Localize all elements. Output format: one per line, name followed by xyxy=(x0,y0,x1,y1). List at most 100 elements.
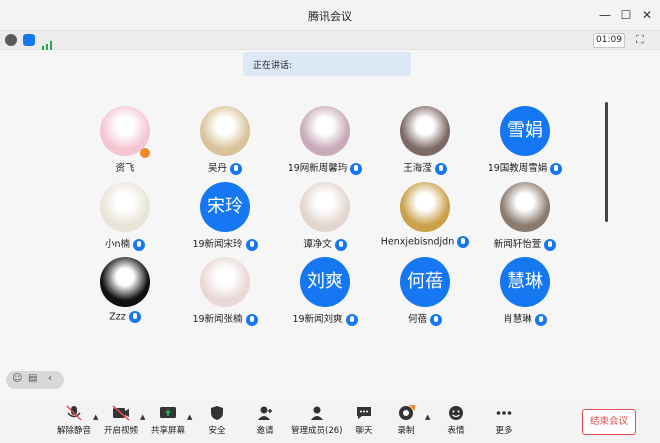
share-screen-icon xyxy=(159,405,177,421)
invite-icon xyxy=(256,405,274,421)
manage-members-button[interactable]: 管理成员(26) xyxy=(291,405,342,436)
host-badge-icon xyxy=(140,148,150,158)
participant-name: 谭净文 xyxy=(303,239,332,250)
participant-tile[interactable]: 何蓓 何蓓 xyxy=(370,257,480,327)
mic-icon xyxy=(133,238,146,251)
participant-name-row: 19新闻刘爽 xyxy=(270,311,380,326)
mic-icon xyxy=(457,236,470,248)
scrollbar[interactable] xyxy=(605,102,608,222)
participant-tile[interactable]: 谭净文 xyxy=(270,182,380,252)
share-screen-label: 共享屏幕 xyxy=(151,426,186,436)
participant-tile[interactable]: 雪娟 19国教周雪娟 xyxy=(470,106,580,176)
record-options-caret[interactable]: ▲ xyxy=(425,413,430,421)
mic-off-icon xyxy=(65,405,83,421)
audio-options-caret[interactable]: ▲ xyxy=(93,413,98,421)
info-icon[interactable] xyxy=(5,34,17,46)
participant-tile[interactable]: Zzz xyxy=(70,257,180,327)
participant-name: Zzz xyxy=(109,311,126,323)
participant-name: 19国教周雪娟 xyxy=(487,163,548,174)
more-icon xyxy=(495,405,513,421)
close-icon[interactable]: ✕ xyxy=(638,6,656,24)
avatar xyxy=(200,106,250,156)
avatar: 刘爽 xyxy=(300,257,350,307)
video-button[interactable]: 开启视频 xyxy=(104,405,138,436)
collapse-icon[interactable]: ‹ xyxy=(48,373,52,384)
emoji-icon[interactable]: ☺ xyxy=(12,373,22,384)
chat-button[interactable]: 聊天 xyxy=(355,405,373,436)
participant-tile[interactable]: 刘爽 19新闻刘爽 xyxy=(270,257,380,327)
unmute-label: 解除静音 xyxy=(57,426,92,436)
participant-name: 小n楠 xyxy=(104,239,131,250)
participant-tile[interactable]: Henxjebisndjdn xyxy=(370,182,480,252)
mic-icon xyxy=(245,313,258,326)
avatar: 宋玲 xyxy=(200,182,250,232)
more-label: 更多 xyxy=(495,426,513,436)
maximize-icon[interactable]: ☐ xyxy=(617,6,635,24)
end-meeting-button[interactable]: 结束会议 xyxy=(582,409,636,435)
participant-tile[interactable]: 吴丹 xyxy=(170,106,280,176)
mic-icon xyxy=(430,313,442,326)
invite-label: 邀请 xyxy=(256,426,274,436)
avatar xyxy=(300,182,350,232)
security-label: 安全 xyxy=(208,426,226,436)
avatar xyxy=(400,106,450,156)
participant-name-row: 19新闻宋玲 xyxy=(170,236,280,251)
participant-tile[interactable]: 19网新周馨玙 xyxy=(270,106,380,176)
participant-name-row: 王海滢 xyxy=(370,160,480,175)
participant-tile[interactable]: 资飞 xyxy=(70,106,180,176)
reactions-label: 表情 xyxy=(447,426,465,436)
participant-tile[interactable]: 慧琳 肖慧琳 xyxy=(470,257,580,327)
participant-tile[interactable]: 小n楠 xyxy=(70,182,180,252)
emoji-icon xyxy=(447,405,465,421)
shield-icon xyxy=(208,405,226,421)
participant-name: 新闻轩怡萱 xyxy=(493,239,542,250)
speaking-label: 正在讲话: xyxy=(253,61,293,71)
avatar xyxy=(100,257,150,307)
more-button[interactable]: 更多 xyxy=(495,405,513,436)
participant-name-row: 新闻轩怡萱 xyxy=(470,236,580,251)
participant-name-row: 何蓓 xyxy=(370,311,480,326)
meeting-info-bar: 01:09 ⛶ xyxy=(0,30,660,50)
mic-icon xyxy=(350,162,363,175)
caption-icon[interactable]: ▤ xyxy=(28,373,37,384)
chat-label: 聊天 xyxy=(355,426,373,436)
mic-icon xyxy=(245,238,258,251)
meeting-toolbar: 解除静音 ▲ 开启视频 ▲ 共享屏幕 ▲ 安全 邀请 管理成员(26) 聊天 录… xyxy=(0,401,660,443)
title-bar: 腾讯会议 — ☐ ✕ xyxy=(0,0,660,30)
participant-tile[interactable]: 新闻轩怡萱 xyxy=(470,182,580,252)
fullscreen-icon[interactable]: ⛶ xyxy=(636,33,644,47)
participant-tile[interactable]: 王海滢 xyxy=(370,106,480,176)
participant-tile[interactable]: 19新闻张楠 xyxy=(170,257,280,327)
invite-button[interactable]: 邀请 xyxy=(256,405,274,436)
unmute-button[interactable]: 解除静音 xyxy=(57,405,91,436)
avatar xyxy=(300,106,350,156)
record-button[interactable]: 录制 xyxy=(397,405,415,436)
share-options-caret[interactable]: ▲ xyxy=(187,413,192,421)
signal-icon[interactable] xyxy=(42,35,54,50)
participant-name-row: 谭净文 xyxy=(270,236,380,251)
participant-tile[interactable]: 宋玲 19新闻宋玲 xyxy=(170,182,280,252)
record-label: 录制 xyxy=(397,426,415,436)
participant-name: 19新闻刘爽 xyxy=(292,314,343,325)
share-screen-button[interactable]: 共享屏幕 xyxy=(151,405,185,436)
mic-icon xyxy=(550,162,563,175)
window-title: 腾讯会议 xyxy=(308,10,352,23)
participant-name: 王海滢 xyxy=(403,163,432,174)
avatar: 慧琳 xyxy=(500,257,550,307)
camera-off-icon xyxy=(112,405,130,421)
minimize-icon[interactable]: — xyxy=(596,6,614,24)
participant-name-row: Henxjebisndjdn xyxy=(370,236,480,248)
mic-icon xyxy=(345,313,358,326)
reactions-button[interactable]: 表情 xyxy=(447,405,465,436)
avatar xyxy=(400,182,450,232)
manage-members-label: 管理成员(26) xyxy=(291,426,343,436)
security-button[interactable]: 安全 xyxy=(208,405,226,436)
participant-name-row: 19国教周雪娟 xyxy=(470,160,580,175)
shield-icon[interactable] xyxy=(23,34,35,46)
participant-name-row: Zzz xyxy=(70,311,180,323)
mic-icon xyxy=(334,238,347,251)
floating-control-bar[interactable]: ☺ ▤ ‹ xyxy=(6,371,64,389)
video-options-caret[interactable]: ▲ xyxy=(140,413,145,421)
avatar: 雪娟 xyxy=(500,106,550,156)
participant-name: 吴丹 xyxy=(207,163,227,174)
